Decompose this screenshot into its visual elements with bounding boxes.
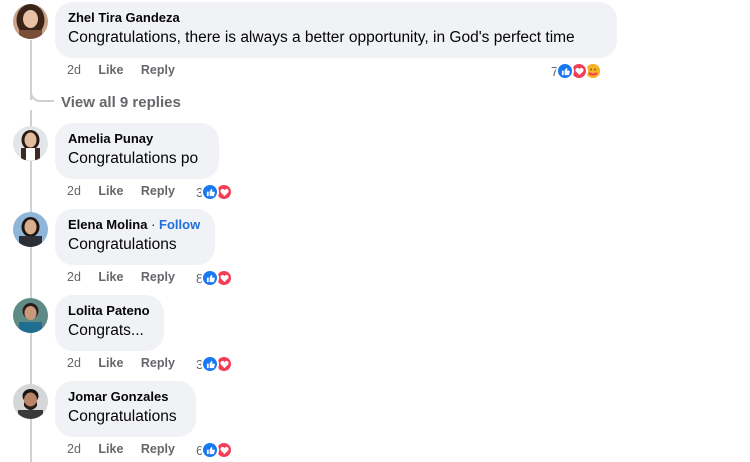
like-icon bbox=[556, 62, 575, 80]
reaction-summary[interactable]: 8 bbox=[196, 269, 234, 287]
thread-line-hook bbox=[30, 84, 54, 102]
comment-bubble: Elena Molina · Follow Congratulations bbox=[55, 209, 215, 265]
timestamp[interactable]: 2d bbox=[67, 63, 81, 77]
avatar[interactable] bbox=[13, 212, 48, 247]
timestamp[interactable]: 2d bbox=[67, 356, 81, 370]
reaction-summary[interactable]: 7 bbox=[551, 62, 603, 80]
reaction-summary[interactable]: 3 bbox=[196, 355, 234, 373]
comment-actions: 2d Like Reply bbox=[67, 63, 189, 77]
reaction-summary[interactable]: 6 bbox=[196, 441, 234, 459]
like-icon bbox=[201, 269, 220, 287]
timestamp[interactable]: 2d bbox=[67, 442, 81, 456]
author-name[interactable]: Elena Molina bbox=[68, 217, 147, 232]
author-name-row: Elena Molina · Follow bbox=[68, 217, 201, 232]
like-icon bbox=[201, 355, 220, 373]
comment-thread: Zhel Tira Gandeza Congratulations, there… bbox=[0, 0, 750, 462]
author-name[interactable]: Zhel Tira Gandeza bbox=[68, 9, 604, 26]
comment-actions: 2d Like Reply bbox=[67, 356, 189, 370]
avatar[interactable] bbox=[13, 384, 48, 419]
comment-actions: 2d Like Reply bbox=[67, 270, 189, 284]
comment-bubble: Zhel Tira Gandeza Congratulations, there… bbox=[55, 2, 617, 58]
comment-actions: 2d Like Reply bbox=[67, 184, 189, 198]
comment-text: Congratulations po bbox=[68, 150, 199, 167]
like-button[interactable]: Like bbox=[98, 63, 123, 77]
like-button[interactable]: Like bbox=[98, 270, 123, 284]
comment-text: Congratulations bbox=[68, 408, 177, 425]
avatar[interactable] bbox=[13, 298, 48, 333]
comment-text: Congrats... bbox=[68, 322, 144, 339]
comment-text: Congratulations bbox=[68, 236, 177, 253]
timestamp[interactable]: 2d bbox=[67, 184, 81, 198]
comment-actions: 2d Like Reply bbox=[67, 442, 189, 456]
reply-button[interactable]: Reply bbox=[141, 184, 175, 198]
author-name[interactable]: Lolita Pateno bbox=[68, 302, 151, 319]
author-name[interactable]: Jomar Gonzales bbox=[68, 388, 183, 405]
like-icon bbox=[201, 183, 220, 201]
like-button[interactable]: Like bbox=[98, 184, 123, 198]
avatar[interactable] bbox=[13, 4, 48, 39]
timestamp[interactable]: 2d bbox=[67, 270, 81, 284]
comment-bubble: Jomar Gonzales Congratulations bbox=[55, 381, 196, 437]
reply-button[interactable]: Reply bbox=[141, 63, 175, 77]
like-button[interactable]: Like bbox=[98, 442, 123, 456]
reply-button[interactable]: Reply bbox=[141, 356, 175, 370]
reaction-summary[interactable]: 3 bbox=[196, 183, 234, 201]
author-name[interactable]: Amelia Punay bbox=[68, 130, 206, 147]
comment-bubble: Lolita Pateno Congrats... bbox=[55, 295, 164, 351]
view-replies-link[interactable]: View all 9 replies bbox=[61, 94, 181, 111]
like-button[interactable]: Like bbox=[98, 356, 123, 370]
follow-button[interactable]: Follow bbox=[159, 217, 200, 232]
comment-bubble: Amelia Punay Congratulations po bbox=[55, 123, 219, 179]
reply-button[interactable]: Reply bbox=[141, 270, 175, 284]
avatar[interactable] bbox=[13, 126, 48, 161]
comment-text: Congratulations, there is always a bette… bbox=[68, 29, 575, 46]
like-icon bbox=[201, 441, 220, 459]
reply-button[interactable]: Reply bbox=[141, 442, 175, 456]
